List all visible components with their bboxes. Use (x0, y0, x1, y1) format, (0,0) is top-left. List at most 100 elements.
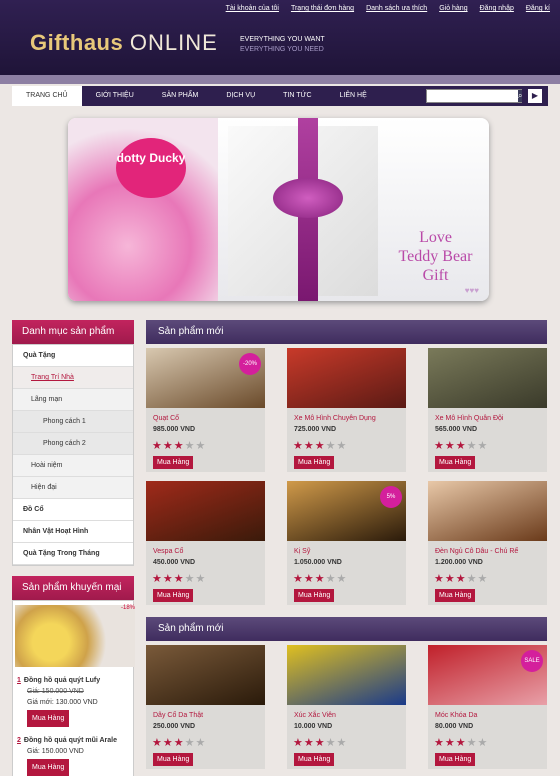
star-icon[interactable]: ★ (293, 440, 304, 452)
product-image[interactable] (287, 348, 406, 408)
star-icon[interactable]: ★ (337, 440, 348, 452)
star-icon[interactable]: ★ (152, 737, 163, 749)
sidebar-item[interactable]: Nhân Vật Hoạt Hình (13, 521, 133, 543)
star-icon[interactable]: ★ (467, 737, 478, 749)
product-name[interactable]: Xe Mô Hình Quân Đội (435, 415, 547, 422)
star-icon[interactable]: ★ (445, 573, 456, 585)
star-icon[interactable]: ★ (326, 573, 337, 585)
nav-about[interactable]: GIỚI THIỆU (82, 86, 148, 106)
nav-contact[interactable]: LIÊN HỆ (326, 86, 381, 106)
product-name[interactable]: Xúc Xắc Viên (294, 712, 406, 719)
star-icon[interactable]: ★ (456, 737, 467, 749)
product-name[interactable]: Đèn Ngủ Cô Dâu - Chú Rể (435, 548, 547, 555)
sidebar-item[interactable]: Lãng mạn (13, 389, 133, 411)
link-wishlist[interactable]: Danh sách ưa thích (366, 5, 427, 12)
star-icon[interactable]: ★ (467, 573, 478, 585)
promo-item-name[interactable]: 1 Đồng hồ quả quýt Lufy (17, 675, 129, 686)
star-icon[interactable]: ★ (315, 737, 326, 749)
star-icon[interactable]: ★ (445, 737, 456, 749)
nav-news[interactable]: TIN TỨC (269, 86, 325, 106)
product-name[interactable]: Xe Mô Hình Chuyên Dụng (294, 415, 406, 422)
link-cart[interactable]: Giỏ hàng (439, 5, 467, 12)
star-icon[interactable]: ★ (174, 573, 185, 585)
star-icon[interactable]: ★ (478, 737, 489, 749)
product-image[interactable]: 5% (287, 481, 406, 541)
product-image[interactable] (287, 645, 406, 705)
star-icon[interactable]: ★ (293, 573, 304, 585)
sidebar-item[interactable]: Quà Tặng (13, 345, 133, 367)
star-icon[interactable]: ★ (478, 573, 489, 585)
star-icon[interactable]: ★ (467, 440, 478, 452)
star-icon[interactable]: ★ (326, 737, 337, 749)
buy-button[interactable]: Mua Hàng (27, 759, 70, 776)
star-icon[interactable]: ★ (304, 573, 315, 585)
star-icon[interactable]: ★ (185, 440, 196, 452)
product-image[interactable]: -20% (146, 348, 265, 408)
product-image[interactable]: SALE (428, 645, 547, 705)
star-icon[interactable]: ★ (456, 573, 467, 585)
star-icon[interactable]: ★ (434, 737, 445, 749)
sidebar-item[interactable]: Hoài niệm (13, 455, 133, 477)
star-icon[interactable]: ★ (315, 440, 326, 452)
product-image[interactable] (146, 481, 265, 541)
nav-services[interactable]: DỊCH VỤ (212, 86, 269, 106)
star-icon[interactable]: ★ (315, 573, 326, 585)
product-name[interactable]: Móc Khóa Da (435, 712, 547, 719)
sidebar-item[interactable]: Trang Trí Nhà (13, 367, 133, 389)
search-icon[interactable]: ⌕ (518, 90, 523, 102)
star-icon[interactable]: ★ (304, 440, 315, 452)
link-register[interactable]: Đăng kí (526, 5, 550, 12)
sidebar-item[interactable]: Hiện đại (13, 477, 133, 499)
buy-button[interactable]: Mua Hàng (435, 753, 476, 766)
product-image[interactable] (428, 348, 547, 408)
link-my-account[interactable]: Tài khoản của tôi (226, 5, 279, 12)
buy-button[interactable]: Mua Hàng (153, 456, 194, 469)
star-icon[interactable]: ★ (163, 573, 174, 585)
star-icon[interactable]: ★ (434, 573, 445, 585)
sidebar-item[interactable]: Quà Tặng Trong Tháng (13, 543, 133, 565)
promo-item-name[interactable]: 2 Đồng hồ quả quýt mũi Arale (17, 735, 129, 746)
star-icon[interactable]: ★ (152, 573, 163, 585)
buy-button[interactable]: Mua Hàng (153, 753, 194, 766)
hero-banner[interactable]: dotty Ducky Love Teddy Bear Gift ♥♥♥ (68, 118, 489, 301)
star-icon[interactable]: ★ (337, 573, 348, 585)
star-icon[interactable]: ★ (196, 573, 207, 585)
sidebar-item[interactable]: Phong cách 1 (13, 411, 133, 433)
buy-button[interactable]: Mua Hàng (294, 456, 335, 469)
product-name[interactable]: Kị Sỹ (294, 548, 406, 555)
star-icon[interactable]: ★ (337, 737, 348, 749)
star-icon[interactable]: ★ (185, 737, 196, 749)
product-image[interactable] (146, 645, 265, 705)
search-input[interactable] (427, 90, 518, 102)
star-icon[interactable]: ★ (445, 440, 456, 452)
sidebar-item[interactable]: Phong cách 2 (13, 433, 133, 455)
product-name[interactable]: Vespa Cổ (153, 548, 265, 555)
star-icon[interactable]: ★ (174, 440, 185, 452)
star-icon[interactable]: ★ (174, 737, 185, 749)
go-button[interactable]: ▶ (528, 89, 542, 103)
buy-button[interactable]: Mua Hàng (294, 589, 335, 602)
product-name[interactable]: Quạt Cổ (153, 415, 265, 422)
product-image[interactable] (428, 481, 547, 541)
star-icon[interactable]: ★ (163, 440, 174, 452)
nav-products[interactable]: SẢN PHẨM (148, 86, 213, 106)
star-icon[interactable]: ★ (326, 440, 337, 452)
buy-button[interactable]: Mua Hàng (153, 589, 194, 602)
star-icon[interactable]: ★ (304, 737, 315, 749)
star-icon[interactable]: ★ (456, 440, 467, 452)
nav-home[interactable]: TRANG CHỦ (12, 86, 82, 106)
star-icon[interactable]: ★ (293, 737, 304, 749)
star-icon[interactable]: ★ (163, 737, 174, 749)
star-icon[interactable]: ★ (196, 737, 207, 749)
buy-button[interactable]: Mua Hàng (27, 710, 70, 727)
sidebar-item[interactable]: Đồ Cổ (13, 499, 133, 521)
promo-image[interactable]: -18% (15, 605, 135, 667)
site-logo[interactable]: Gifthaus ONLINE (30, 30, 218, 56)
buy-button[interactable]: Mua Hàng (435, 456, 476, 469)
star-icon[interactable]: ★ (478, 440, 489, 452)
product-name[interactable]: Dây Cổ Da Thật (153, 712, 265, 719)
star-icon[interactable]: ★ (185, 573, 196, 585)
star-icon[interactable]: ★ (434, 440, 445, 452)
link-login[interactable]: Đăng nhập (480, 5, 514, 12)
buy-button[interactable]: Mua Hàng (435, 589, 476, 602)
